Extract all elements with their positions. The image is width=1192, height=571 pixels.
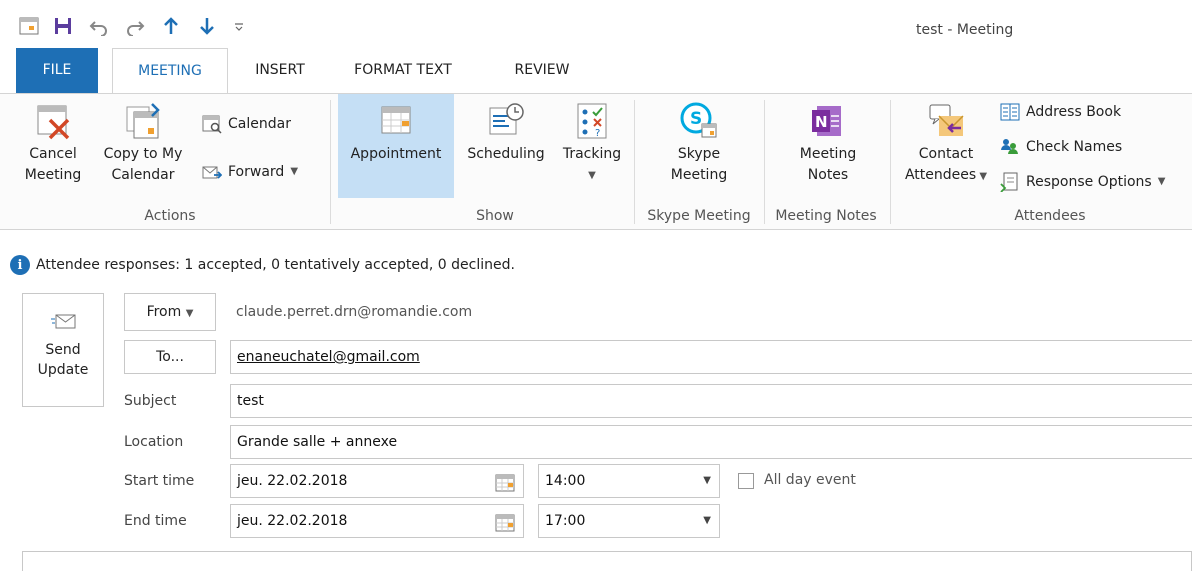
svg-text:S: S <box>690 109 702 129</box>
from-address: claude.perret.drn@romandie.com <box>236 304 473 320</box>
group-label-attendees: Attendees <box>1014 208 1086 224</box>
ribbon-tabs: FILE MEETING INSERT FORMAT TEXT REVIEW <box>0 48 1192 93</box>
svg-text:N: N <box>815 113 828 131</box>
subject-label: Subject <box>124 393 177 409</box>
end-time-dropdown[interactable]: 17:00 ▼ <box>538 504 720 538</box>
forward-button[interactable]: Forward ▼ <box>202 158 298 186</box>
customize-icon[interactable] <box>228 16 250 36</box>
address-book-icon <box>1000 102 1020 122</box>
redo-icon[interactable] <box>124 16 146 36</box>
message-body[interactable] <box>22 551 1192 571</box>
response-options-icon <box>1000 172 1020 193</box>
window-title: test - Meeting <box>916 22 1014 38</box>
group-label-meeting-notes: Meeting Notes <box>775 208 877 224</box>
down-arrow-icon[interactable] <box>196 16 218 36</box>
quick-access-toolbar: test - Meeting <box>0 0 1192 49</box>
start-time-dropdown[interactable]: 14:00 ▼ <box>538 464 720 498</box>
end-date-field[interactable]: jeu. 22.02.2018 <box>230 504 524 538</box>
to-field[interactable]: enaneuchatel@gmail.com <box>230 340 1192 374</box>
to-button[interactable]: To... <box>124 340 216 374</box>
chevron-down-icon: ▼ <box>703 475 711 486</box>
chevron-down-icon[interactable]: ▼ <box>1158 168 1166 196</box>
chevron-down-icon[interactable]: ▼ <box>290 158 298 186</box>
from-button[interactable]: From ▼ <box>124 293 216 331</box>
tab-review[interactable]: REVIEW <box>496 48 588 93</box>
group-label-actions: Actions <box>144 208 196 224</box>
copy-to-my-calendar-button[interactable]: Copy to My Calendar <box>94 102 192 186</box>
response-options-button[interactable]: Response Options ▼ <box>1000 168 1165 196</box>
cancel-meeting-icon <box>34 102 72 140</box>
skype-icon: S <box>680 102 718 140</box>
svg-text:?: ? <box>595 128 600 139</box>
chevron-down-icon[interactable]: ▼ <box>556 165 628 186</box>
contact-attendees-button[interactable]: Contact Attendees ▼ <box>898 102 994 187</box>
save-icon[interactable] <box>52 16 74 36</box>
all-day-event-label: All day event <box>764 472 856 488</box>
location-field[interactable]: Grande salle + annexe <box>230 425 1192 459</box>
ribbon: Cancel Meeting Copy to My Calendar Calen… <box>0 93 1192 230</box>
up-arrow-icon[interactable] <box>160 16 182 36</box>
info-icon: i <box>10 255 30 275</box>
subject-field[interactable]: test <box>230 384 1192 418</box>
to-recipient[interactable]: enaneuchatel@gmail.com <box>237 349 420 365</box>
send-update-button[interactable]: Send Update <box>22 293 104 407</box>
calendar-picker-icon[interactable] <box>495 472 515 492</box>
chevron-down-icon: ▼ <box>185 308 194 319</box>
undo-icon[interactable] <box>88 16 110 36</box>
tracking-button[interactable]: ? Tracking ▼ <box>556 102 628 186</box>
tracking-icon: ? <box>573 102 611 140</box>
cancel-meeting-button[interactable]: Cancel Meeting <box>18 102 88 186</box>
group-label-show: Show <box>476 208 514 224</box>
tab-meeting[interactable]: MEETING <box>112 48 228 93</box>
ribbon-separator <box>890 100 891 224</box>
chevron-down-icon[interactable]: ▼ <box>976 171 987 182</box>
ribbon-separator <box>634 100 635 224</box>
calendar-search-icon <box>202 114 222 134</box>
appointment-button[interactable]: Appointment <box>338 94 454 198</box>
scheduling-button[interactable]: Scheduling <box>456 102 556 165</box>
onenote-icon: N <box>809 102 847 140</box>
end-time-label: End time <box>124 513 187 529</box>
location-label: Location <box>124 434 184 450</box>
start-date-field[interactable]: jeu. 22.02.2018 <box>230 464 524 498</box>
tab-file[interactable]: FILE <box>16 48 98 93</box>
calendar-picker-icon[interactable] <box>495 512 515 532</box>
contact-attendees-icon <box>927 102 965 140</box>
all-day-event-checkbox[interactable] <box>738 473 754 489</box>
skype-meeting-button[interactable]: S Skype Meeting <box>650 102 748 186</box>
tab-insert[interactable]: INSERT <box>240 48 320 93</box>
ribbon-separator <box>330 100 331 224</box>
address-book-button[interactable]: Address Book <box>1000 98 1121 126</box>
forward-icon <box>202 162 223 182</box>
appointment-icon <box>377 102 415 140</box>
calendar-icon[interactable] <box>18 16 40 36</box>
check-names-icon <box>1000 137 1020 157</box>
calendar-button[interactable]: Calendar <box>202 110 291 138</box>
group-label-skype-meeting: Skype Meeting <box>647 208 751 224</box>
start-time-label: Start time <box>124 473 195 489</box>
chevron-down-icon: ▼ <box>703 515 711 526</box>
attendee-responses-info: i Attendee responses: 1 accepted, 0 tent… <box>10 255 515 275</box>
tab-format-text[interactable]: FORMAT TEXT <box>336 48 470 93</box>
scheduling-icon <box>487 102 525 140</box>
ribbon-separator <box>764 100 765 224</box>
copy-calendar-icon <box>124 102 162 140</box>
send-icon <box>50 314 76 330</box>
check-names-button[interactable]: Check Names <box>1000 133 1122 161</box>
meeting-notes-button[interactable]: N Meeting Notes <box>778 102 878 186</box>
